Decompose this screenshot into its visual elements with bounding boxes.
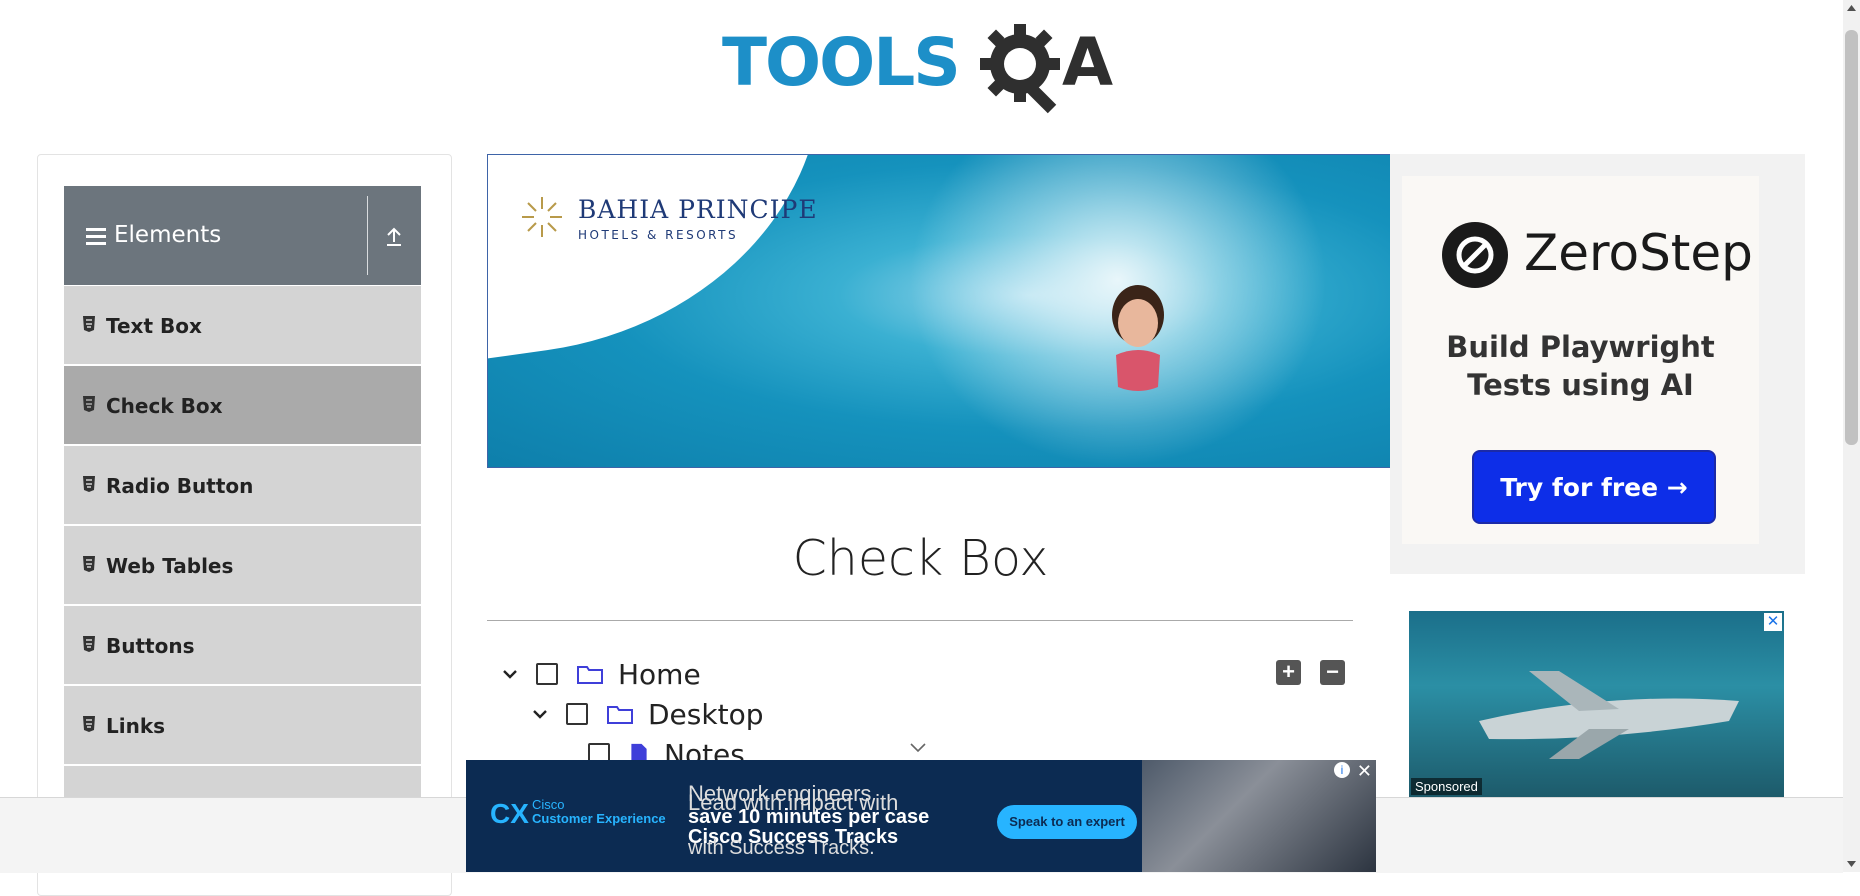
sidebar-item-text-box[interactable]: Text Box (64, 286, 421, 366)
checkbox[interactable] (566, 703, 588, 725)
brand-name: BAHIA PRINCIPE (578, 195, 818, 224)
sidebar-item-links[interactable]: Links (64, 686, 421, 766)
zerostep-tagline: Build Playwright Tests using AI (1402, 328, 1759, 404)
sunken-plane-image (1479, 671, 1739, 759)
toolsqa-logo[interactable]: TOOLS A (722, 18, 1127, 118)
zerostep-tagline-line1: Build Playwright (1446, 330, 1715, 364)
sidebar-item-label: Text Box (106, 314, 202, 338)
cisco-bottom-ad[interactable]: CX Cisco Customer Experience Network eng… (466, 760, 1376, 872)
html5-icon (83, 396, 95, 412)
zerostep-brand: ZeroStep (1524, 224, 1753, 282)
ad-message-bold1: save 10 minutes per case (688, 806, 930, 828)
html5-icon (83, 716, 95, 732)
html5-icon (83, 316, 95, 332)
cisco-cx-text: Cisco Customer Experience (532, 798, 666, 826)
sidebar-item-check-box[interactable]: Check Box (64, 366, 421, 446)
page-title: Check Box (792, 530, 1049, 587)
html5-icon (83, 476, 95, 492)
group-title: Elements (114, 222, 222, 248)
customer-experience-label: Customer Experience (532, 811, 666, 826)
zerostep-logo-icon (1442, 222, 1508, 288)
tree-node-label[interactable]: Desktop (648, 698, 763, 731)
sidebar-item-label: Check Box (106, 394, 223, 418)
folder-icon (607, 706, 633, 724)
scroll-up-arrow-icon[interactable] (1843, 0, 1860, 17)
bahia-principe-sun-logo (522, 197, 562, 237)
expand-all-button[interactable]: + (1276, 660, 1301, 685)
html5-icon (83, 556, 95, 572)
collapse-all-button[interactable]: − (1320, 660, 1345, 685)
scroll-down-arrow-icon[interactable] (1843, 855, 1860, 872)
sidebar-item-buttons[interactable]: Buttons (64, 606, 421, 686)
swimmer-image (1112, 285, 1164, 391)
collapse-arrow-icon[interactable] (382, 224, 406, 248)
sponsored-image-ad[interactable]: ✕ Sponsored (1409, 611, 1784, 798)
checkbox[interactable] (536, 663, 558, 685)
info-icon[interactable]: i (1334, 762, 1350, 778)
cisco-label: Cisco (532, 797, 565, 812)
gear-magnifier-icon (980, 24, 1060, 114)
scrollbar-thumb[interactable] (1845, 30, 1858, 445)
folder-icon (577, 666, 603, 684)
sidebar-item-web-tables[interactable]: Web Tables (64, 526, 421, 606)
try-for-free-button[interactable]: Try for free → (1472, 450, 1716, 524)
title-divider (487, 620, 1353, 621)
chevron-down-icon[interactable] (909, 742, 927, 754)
header-divider (367, 196, 368, 275)
bahia-principe-brand: BAHIA PRINCIPE HOTELS & RESORTS (578, 195, 818, 242)
tree-node-desktop: Desktop (530, 696, 763, 732)
html5-icon (83, 636, 95, 652)
sidebar-item-label: Radio Button (106, 474, 254, 498)
ad-close-button[interactable]: ✕ (1764, 613, 1782, 631)
close-icon[interactable]: ✕ (1357, 761, 1372, 782)
zerostep-ad-card: ZeroStep Build Playwright Tests using AI… (1402, 176, 1759, 544)
bahia-principe-banner-ad[interactable]: BAHIA PRINCIPE HOTELS & RESORTS (487, 154, 1392, 468)
sidebar-item-label: Buttons (106, 634, 195, 658)
ad-message-line3: with Success Tracks. (688, 837, 875, 859)
tree-node-home: Home (500, 656, 701, 692)
cisco-cx-logo: CX (490, 798, 529, 829)
hamburger-icon (86, 228, 106, 249)
logo-text-tools: TOOLS (722, 24, 961, 101)
chevron-down-icon[interactable] (530, 704, 550, 724)
speak-to-expert-button[interactable]: Speak to an expert (997, 805, 1137, 839)
chevron-down-icon[interactable] (500, 664, 520, 684)
zerostep-tagline-line2: Tests using AI (1467, 368, 1694, 402)
zerostep-ad[interactable]: ZeroStep Build Playwright Tests using AI… (1390, 154, 1805, 574)
sidebar-item-radio-button[interactable]: Radio Button (64, 446, 421, 526)
brand-sub: HOTELS & RESORTS (578, 228, 739, 242)
sidebar-item-label: Web Tables (106, 554, 234, 578)
logo-text-a: A (1062, 24, 1114, 101)
elements-group-header[interactable]: Elements (64, 186, 421, 285)
tree-node-label[interactable]: Home (618, 658, 701, 691)
sidebar-item-label: Links (106, 714, 166, 738)
sponsored-label: Sponsored (1411, 778, 1482, 795)
